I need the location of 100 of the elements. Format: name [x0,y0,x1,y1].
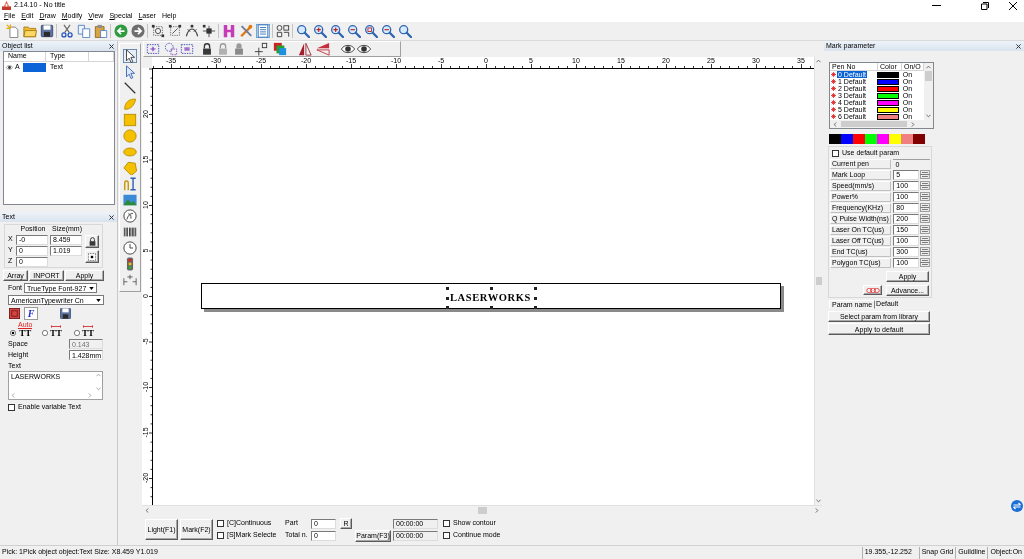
color-swatch[interactable] [877,78,900,85]
copy-icon[interactable] [76,24,91,38]
selection-handle[interactable] [533,305,537,309]
close-icon[interactable] [1009,1,1017,10]
picture-icon[interactable] [123,193,137,207]
zoom-in-icon[interactable] [312,24,327,38]
clock-icon[interactable] [123,241,137,255]
curve-nodes-icon[interactable] [184,24,199,38]
pointer-icon[interactable] [123,49,137,63]
mirror-icon[interactable] [298,42,312,56]
color-swatch[interactable] [877,92,900,99]
chevron-left-icon[interactable] [833,121,837,127]
font-button[interactable]: F [24,307,38,320]
magnifier-icon[interactable] [295,24,310,38]
selection-handle[interactable] [489,305,493,309]
color-swatch[interactable] [877,71,900,78]
color-swatch[interactable] [853,134,865,144]
checkbox[interactable] [443,520,450,527]
spin-buttons-icon[interactable] [920,170,930,179]
close-icon[interactable] [1016,43,1021,49]
node-edit-icon[interactable] [150,24,165,38]
chevron-right-icon[interactable] [815,507,819,513]
color-swatch[interactable] [913,134,925,144]
radio-button[interactable] [74,330,80,336]
zoom-out-icon[interactable] [380,24,395,38]
square-fill-icon[interactable] [9,308,20,319]
vertical-scrollbar[interactable] [814,57,822,505]
color-swatch[interactable] [865,134,877,144]
spin-buttons-icon[interactable] [920,192,930,201]
magnifier-icon[interactable] [397,24,412,38]
selection-handle[interactable] [445,286,449,290]
color-swatch[interactable] [877,106,900,113]
spin-buttons-icon[interactable] [920,236,930,245]
color-swatch[interactable] [877,113,900,120]
eye-icon[interactable] [6,64,13,70]
checkbox[interactable] [217,520,224,527]
spin-buttons-icon[interactable] [920,203,930,212]
selection-handle[interactable] [489,286,493,290]
scroll-thumb[interactable] [925,71,932,81]
dotted-selection-icon[interactable] [180,42,194,56]
spin-buttons-icon[interactable] [920,214,930,223]
crosshair-icon[interactable] [254,42,268,56]
spin-buttons-icon[interactable] [920,225,930,234]
chevron-up-icon[interactable] [926,65,931,69]
eye-icon[interactable] [357,42,371,56]
node-pointer-icon[interactable] [123,65,137,79]
vector-circle-icon[interactable] [123,209,137,223]
close-icon[interactable] [109,43,114,49]
mirror-icon[interactable] [316,42,330,56]
text-tool-icon[interactable] [123,177,137,191]
new-document-icon[interactable] [5,24,20,38]
color-swatch[interactable] [841,134,853,144]
horizontal-scrollbar[interactable] [830,120,933,128]
scroll-thumb[interactable] [477,506,487,514]
color-swatch[interactable] [877,134,889,144]
barcode-icon[interactable] [123,225,137,239]
selection-handle[interactable] [445,296,449,300]
line-icon[interactable] [123,81,137,95]
chevron-left-icon[interactable] [145,507,149,513]
double-arrow-circle-icon[interactable] [1011,500,1023,512]
spin-buttons-icon[interactable] [920,181,930,190]
color-swatch[interactable] [889,134,901,144]
selection-handle[interactable] [533,296,537,300]
checkbox[interactable] [832,149,839,157]
scissors-icon[interactable] [59,24,74,38]
polygon-icon[interactable] [123,161,137,175]
restore-icon[interactable] [981,1,989,10]
chevron-right-icon[interactable] [911,121,915,127]
color-swatch[interactable] [901,134,913,144]
lock-button[interactable] [85,235,99,248]
radio-button[interactable] [10,330,16,336]
node-edit-icon[interactable] [167,24,182,38]
spin-buttons-icon[interactable] [920,258,930,267]
padlock-icon[interactable] [200,42,214,56]
color-swatch[interactable] [877,85,900,92]
magnifier-icon[interactable] [363,24,378,38]
ticks-icon[interactable] [123,273,137,287]
radio-button[interactable] [42,330,48,336]
selection-handle[interactable] [533,286,537,290]
scroll-thumb[interactable] [841,121,907,127]
chevron-down-icon[interactable] [926,114,931,118]
dotted-selection-icon[interactable] [146,42,160,56]
dotted-selection-icon[interactable] [164,42,178,56]
selection-handle[interactable] [445,305,449,309]
crossed-tools-icon[interactable] [238,24,253,38]
eye-icon[interactable] [341,42,355,56]
zoom-out-icon[interactable] [346,24,361,38]
arrow-right-icon[interactable] [130,24,145,38]
checkbox[interactable] [443,532,450,539]
small-shapes-icon[interactable] [275,24,290,38]
link-button[interactable] [863,285,882,295]
chevron-up-icon[interactable] [816,59,821,63]
center-button[interactable] [85,250,99,263]
color-swatch[interactable] [829,134,841,144]
text-object[interactable]: LASERWORKS [450,292,531,303]
h-shape-icon[interactable] [221,24,236,38]
node-cross-icon[interactable] [201,24,216,38]
list-icon[interactable] [255,24,270,38]
arrow-left-icon[interactable] [113,24,128,38]
checkbox[interactable] [8,404,15,411]
